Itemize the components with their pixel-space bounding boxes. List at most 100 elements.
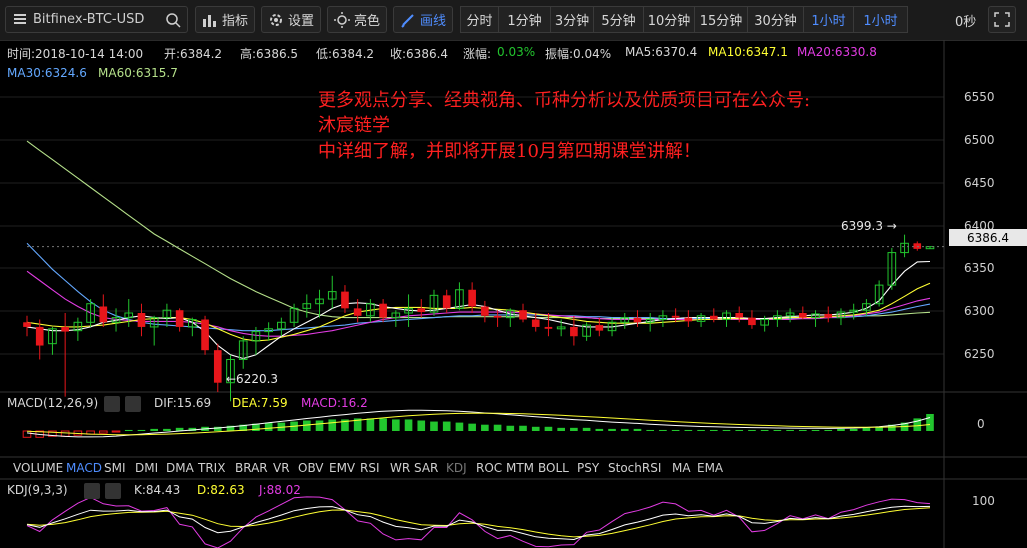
candle-body (99, 306, 108, 323)
search-icon[interactable] (165, 12, 181, 28)
indicator-tab-sar[interactable]: SAR (414, 461, 438, 475)
candle-body (493, 315, 502, 318)
fullscreen-button[interactable] (988, 6, 1016, 33)
timeframe-button[interactable]: 10分钟 (643, 6, 695, 33)
indicator-tab-kdj[interactable]: KDJ (446, 461, 467, 475)
indicator-tab-brar[interactable]: BRAR (235, 461, 268, 475)
timeframe-button[interactable]: 30分钟 (747, 6, 804, 33)
kdj-settings-icon[interactable] (84, 483, 100, 499)
indicator-tab-rsi[interactable]: RSI (360, 461, 380, 475)
indicators-button[interactable]: 指标 (195, 6, 255, 33)
indicator-tab-boll[interactable]: BOLL (538, 461, 569, 475)
info-low: 低:6384.2 (316, 47, 375, 61)
macd-bar (201, 426, 209, 431)
candle-body (213, 350, 222, 383)
candle-body (73, 321, 83, 332)
indicator-tab-psy[interactable]: PSY (577, 461, 599, 475)
indicator-tab-dma[interactable]: DMA (166, 461, 194, 475)
timeframe-button[interactable]: 1分钟 (498, 6, 551, 33)
info-change-label: 涨幅: (463, 47, 492, 61)
chart-bars-icon (202, 14, 216, 27)
info-ma10: MA10:6347.1 (708, 45, 788, 59)
macd-bar (163, 428, 171, 431)
candle-body (455, 289, 464, 309)
kdj-close-icon[interactable] (105, 483, 121, 499)
macd-settings-icon[interactable] (104, 396, 120, 412)
candle-body (61, 326, 69, 332)
macd-bar (837, 428, 845, 431)
macd-bar (35, 430, 45, 438)
info-amplitude: 振幅:0.04% (545, 47, 612, 61)
macd-bar (252, 423, 260, 431)
macd-bar (315, 420, 324, 431)
candle-body (785, 312, 795, 317)
candle-body (86, 303, 95, 323)
candle-body (175, 310, 184, 327)
indicator-tab-vr[interactable]: VR (273, 461, 290, 475)
symbol-selector[interactable]: Bitfinex-BTC-USD (5, 6, 188, 33)
draw-button[interactable]: 画线 (393, 6, 453, 33)
macd-dif: DIF:15.69 (154, 396, 212, 410)
info-ma5: MA5:6370.4 (625, 45, 698, 59)
indicator-tab-roc[interactable]: ROC (476, 461, 502, 475)
candle-body (633, 317, 642, 323)
fullscreen-icon (994, 12, 1010, 27)
macd-bar (582, 427, 591, 431)
timeframe-button[interactable]: 5分钟 (593, 6, 644, 33)
candle-body (696, 315, 706, 322)
timeframe-button[interactable]: 分时 (460, 6, 499, 33)
macd-bar (633, 428, 642, 431)
macd-bar (557, 427, 565, 431)
indicator-tab-wr[interactable]: WR (390, 461, 410, 475)
menu-icon[interactable] (12, 11, 28, 27)
low-marker: ←6220.3 (226, 372, 279, 386)
indicator-tab-mtm[interactable]: MTM (506, 461, 534, 475)
theme-button[interactable]: 亮色 (327, 6, 387, 33)
info-close: 收:6386.4 (390, 47, 449, 61)
timeframe-button[interactable]: 3分钟 (550, 6, 594, 33)
macd-bar (506, 425, 515, 431)
candle-body (900, 242, 909, 254)
timeframe-dropdown[interactable]: 1小时 (853, 6, 908, 33)
indicator-tab-trix[interactable]: TRIX (198, 461, 225, 475)
candle-body (874, 284, 884, 305)
indicator-tab-ma[interactable]: MA (672, 461, 691, 475)
candle-body (913, 243, 922, 249)
macd-dea: DEA:7.59 (232, 396, 288, 410)
indicator-tab-ema[interactable]: EMA (697, 461, 723, 475)
ma10-line (26, 282, 931, 342)
indicator-tab-smi[interactable]: SMI (104, 461, 126, 475)
macd-bar (277, 422, 286, 431)
dea-line (26, 412, 931, 436)
candle-body (925, 246, 935, 250)
indicator-tab-volume[interactable]: VOLUME (13, 461, 63, 475)
timeframe-button[interactable]: 15分钟 (694, 6, 748, 33)
macd-bar (786, 429, 794, 431)
candle-body (289, 307, 299, 323)
ma20-line (26, 270, 931, 337)
macd-bar (73, 430, 83, 436)
macd-bar (98, 430, 108, 434)
indicator-tab-obv[interactable]: OBV (298, 461, 324, 475)
macd-bar (137, 429, 146, 431)
macd-bar (442, 421, 451, 431)
symbol-name: Bitfinex-BTC-USD (33, 12, 145, 27)
candle-body (709, 315, 718, 320)
candle-body (327, 291, 337, 300)
indicator-tab-macd[interactable]: MACD (66, 461, 102, 475)
macd-zero-tick: 0 (977, 417, 985, 431)
timeframe-button[interactable]: 1小时 (803, 6, 854, 33)
indicator-tab-stochrsi[interactable]: StochRSI (608, 461, 661, 475)
macd-bar (544, 426, 553, 431)
macd-close-icon[interactable] (125, 396, 141, 412)
macd-bar (748, 429, 756, 431)
settings-button[interactable]: 设置 (261, 6, 321, 33)
candle-body (735, 313, 744, 318)
candle-body (544, 326, 553, 329)
macd-bar (773, 429, 782, 431)
candle-body (799, 313, 807, 318)
indicator-tab-dmi[interactable]: DMI (135, 461, 158, 475)
candle-body (315, 298, 324, 305)
indicator-tab-emv[interactable]: EMV (329, 461, 355, 475)
settings-label: 设置 (287, 14, 314, 29)
